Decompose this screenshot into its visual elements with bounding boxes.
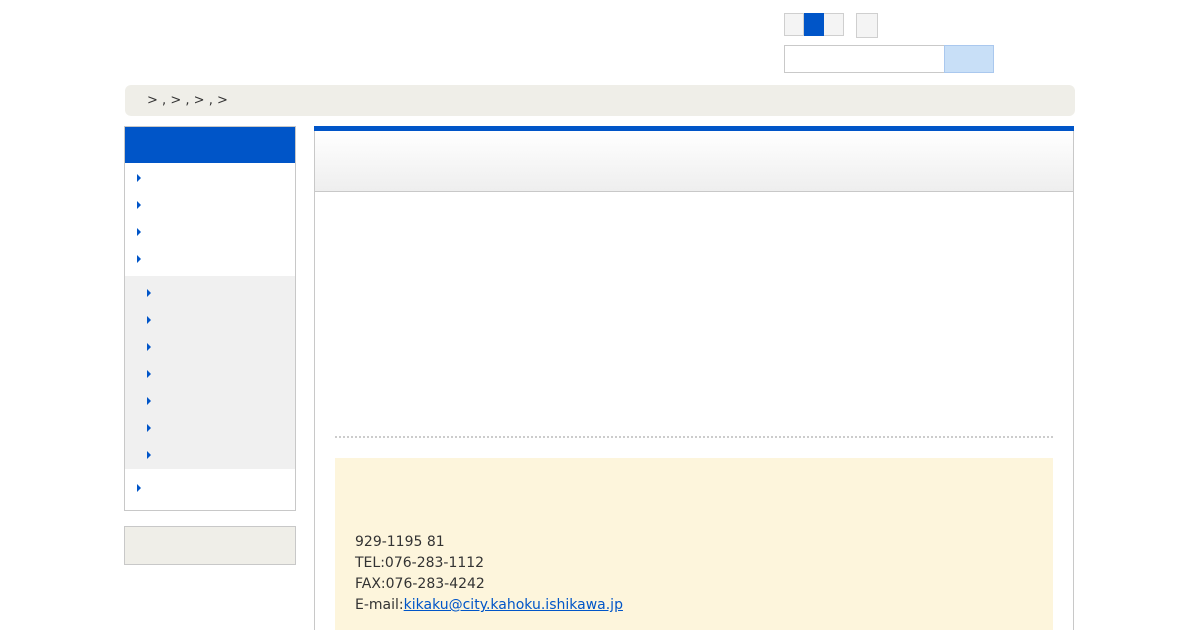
sidebar-subitem[interactable]: [125, 305, 295, 332]
triangle-bullet-icon: [147, 316, 151, 324]
sidebar-item[interactable]: [125, 219, 295, 246]
triangle-bullet-icon: [137, 255, 141, 263]
email-label: E-mail:: [355, 597, 404, 613]
fax-number: FAX:076-283-4242: [355, 576, 485, 592]
sidebar-item[interactable]: [125, 165, 295, 192]
sidebar-item[interactable]: [125, 192, 295, 219]
triangle-bullet-icon: [147, 289, 151, 297]
sidebar-item[interactable]: [125, 246, 295, 273]
divider: [335, 436, 1053, 438]
breadcrumb-separator: >: [170, 93, 182, 108]
font-size-small-button[interactable]: [784, 13, 804, 36]
email-link[interactable]: kikaku@city.kahoku.ishikawa.jp: [404, 597, 623, 613]
triangle-bullet-icon: [147, 397, 151, 405]
breadcrumb-separator: >: [193, 93, 205, 108]
page-title: [315, 131, 1073, 192]
sidebar-subitem[interactable]: [125, 413, 295, 440]
triangle-bullet-icon: [147, 370, 151, 378]
sidebar-subitem[interactable]: [125, 386, 295, 413]
header: [0, 0, 1200, 85]
color-contrast-button[interactable]: [856, 13, 878, 38]
breadcrumb-separator: >: [216, 93, 228, 108]
tel-number: TEL:076-283-1112: [355, 555, 485, 571]
postal-address: 929-1195 81: [355, 534, 445, 550]
triangle-bullet-icon: [147, 451, 151, 459]
font-size-medium-button[interactable]: [804, 13, 824, 36]
triangle-bullet-icon: [137, 484, 141, 492]
sidebar-item[interactable]: [125, 475, 295, 502]
breadcrumb-separator: >: [147, 93, 158, 108]
sidebar-nav: [124, 126, 296, 511]
font-size-large-button[interactable]: [824, 13, 844, 36]
sidebar-subitem[interactable]: [125, 359, 295, 386]
triangle-bullet-icon: [147, 343, 151, 351]
triangle-bullet-icon: [137, 201, 141, 209]
triangle-bullet-icon: [137, 174, 141, 182]
sidebar-subitem[interactable]: [125, 278, 295, 305]
sidebar-subitem[interactable]: [125, 332, 295, 359]
email-line: E-mail:kikaku@city.kahoku.ishikawa.jp: [355, 595, 623, 616]
sidebar-secondary-box: [124, 526, 296, 565]
triangle-bullet-icon: [147, 424, 151, 432]
sidebar-heading: [125, 127, 295, 163]
search-input[interactable]: [784, 45, 945, 73]
font-size-switcher: [784, 13, 844, 37]
search-button[interactable]: [944, 45, 994, 73]
breadcrumb: > , > , > , >: [125, 85, 1075, 116]
contact-box: 929-1195 81 TEL:076-283-1112 FAX:076-283…: [335, 458, 1053, 630]
sidebar-submenu: [125, 276, 295, 469]
triangle-bullet-icon: [137, 228, 141, 236]
contact-info: 929-1195 81 TEL:076-283-1112 FAX:076-283…: [355, 532, 623, 616]
sidebar-subitem[interactable]: [125, 440, 295, 467]
